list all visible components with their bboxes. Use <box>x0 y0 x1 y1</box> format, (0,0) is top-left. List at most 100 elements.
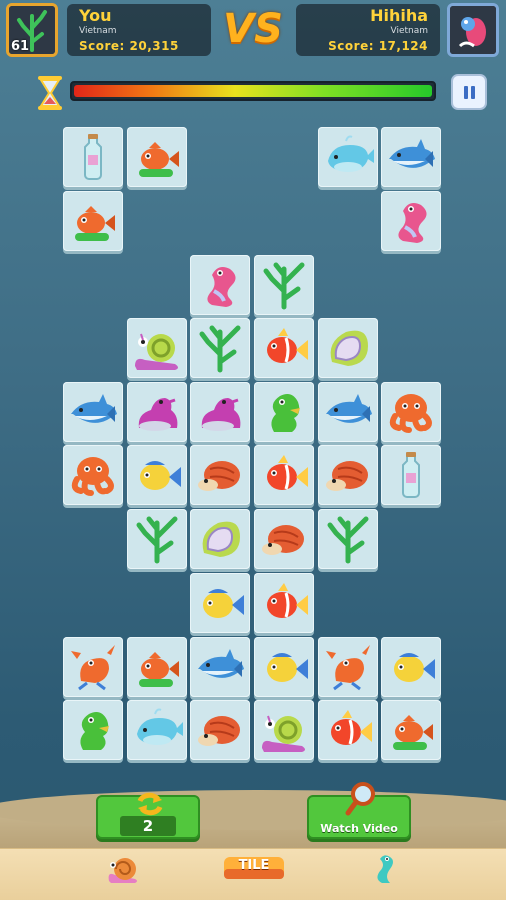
clownfish-icon <box>267 328 308 363</box>
tile-goldfish[interactable] <box>63 191 123 251</box>
tile-octopus[interactable] <box>381 382 441 442</box>
opponent-avatar[interactable] <box>447 3 499 57</box>
yellowfish-icon <box>394 653 435 682</box>
tile-goldfish[interactable] <box>381 700 441 760</box>
tile-seadragon[interactable] <box>254 382 314 442</box>
timer-fill <box>74 85 432 97</box>
seaweed-icon <box>327 516 369 564</box>
snail-icon <box>262 715 305 752</box>
tile-clownfish[interactable] <box>254 318 314 378</box>
clownfish-icon <box>331 710 372 745</box>
tile-seaweed[interactable] <box>127 509 187 569</box>
tile-seaweed[interactable] <box>254 255 314 315</box>
bottle-icon <box>84 134 102 180</box>
player-avatar[interactable]: 61 <box>6 3 58 57</box>
seahorse-avatar-icon <box>450 6 496 54</box>
tile-seaweed[interactable] <box>318 509 378 569</box>
seahorse-nav-icon[interactable] <box>368 851 402 887</box>
player-level: 61 <box>11 39 30 54</box>
tile-seashell[interactable] <box>190 509 250 569</box>
tile-bottle[interactable] <box>63 127 123 187</box>
goldfish-icon <box>139 652 179 687</box>
tile-bottle[interactable] <box>381 445 441 505</box>
clownfish-icon <box>267 455 308 490</box>
yellowfish-icon <box>203 589 244 618</box>
shark-icon <box>71 394 117 423</box>
tile-shark[interactable] <box>190 637 250 697</box>
seaweed-icon <box>136 516 178 564</box>
bottle-icon <box>402 452 420 498</box>
tile-seahorse-pink[interactable] <box>190 255 250 315</box>
shark-icon <box>326 394 372 423</box>
tile-lobster[interactable] <box>318 637 378 697</box>
watch-video-label: Watch Video <box>320 822 398 835</box>
tile-shark[interactable] <box>381 127 441 187</box>
goldfish-icon <box>393 715 433 750</box>
seashell-icon <box>330 330 368 366</box>
lobster-icon <box>71 645 115 691</box>
hermit-icon <box>198 461 240 491</box>
clownfish-icon <box>267 583 308 618</box>
seaweed-icon <box>199 325 241 373</box>
player-name: You <box>79 6 112 25</box>
pause-button[interactable] <box>451 74 487 110</box>
tile-goldfish[interactable] <box>127 637 187 697</box>
tile-seaweed[interactable] <box>190 318 250 378</box>
tile-logo[interactable]: TILE <box>222 853 286 883</box>
tile-seal[interactable] <box>190 382 250 442</box>
tile-seahorse-pink[interactable] <box>381 191 441 251</box>
game-screen: 61 You Vietnam Score: 20,315 VS Hihiha V… <box>0 0 506 900</box>
tile-hermit[interactable] <box>190 700 250 760</box>
tile-clownfish[interactable] <box>254 573 314 633</box>
tile-seal[interactable] <box>127 382 187 442</box>
snail-nav-icon[interactable] <box>105 853 141 885</box>
tile-whale[interactable] <box>318 127 378 187</box>
opponent-score: Score: 17,124 <box>328 39 428 53</box>
seal-icon <box>201 398 241 431</box>
hermit-icon <box>198 716 240 746</box>
goldfish-icon <box>75 206 115 241</box>
tile-yellowfish[interactable] <box>381 637 441 697</box>
tile-seashell[interactable] <box>318 318 378 378</box>
player-panel: You Vietnam Score: 20,315 <box>67 4 211 56</box>
logo-text: TILE <box>238 858 270 873</box>
tile-snail[interactable] <box>127 318 187 378</box>
tile-goldfish[interactable] <box>127 127 187 187</box>
goldfish-icon <box>139 142 179 177</box>
magnifier-icon <box>345 782 375 816</box>
seal-icon <box>138 398 178 431</box>
tile-shark[interactable] <box>63 382 123 442</box>
watch-video-button[interactable]: Watch Video <box>307 782 411 839</box>
seahorse-pink-icon <box>398 203 427 243</box>
seashell-icon <box>202 521 240 557</box>
seadragon-icon <box>80 712 109 750</box>
whale-icon <box>137 708 183 745</box>
lobster-icon <box>326 645 370 691</box>
tile-whale[interactable] <box>127 700 187 760</box>
tile-lobster[interactable] <box>63 637 123 697</box>
yellowfish-icon <box>140 461 181 490</box>
vs-label: VS <box>223 6 283 52</box>
shuffle-count: 2 <box>120 816 176 836</box>
tile-hermit[interactable] <box>254 509 314 569</box>
shuffle-button[interactable]: 2 <box>96 792 200 839</box>
opponent-name: Hihiha <box>370 6 428 25</box>
bottom-nav: TILE <box>0 848 506 900</box>
whale-icon <box>328 135 374 172</box>
tile-hermit[interactable] <box>190 445 250 505</box>
hermit-icon <box>262 525 304 555</box>
tile-clownfish[interactable] <box>318 700 378 760</box>
tile-clownfish[interactable] <box>254 445 314 505</box>
seadragon-icon <box>271 394 300 432</box>
shark-icon <box>198 649 244 678</box>
tile-yellowfish[interactable] <box>127 445 187 505</box>
tile-yellowfish[interactable] <box>190 573 250 633</box>
tile-hermit[interactable] <box>318 445 378 505</box>
tile-snail[interactable] <box>254 700 314 760</box>
seahorse-pink-icon <box>207 267 236 307</box>
tile-octopus[interactable] <box>63 445 123 505</box>
tile-seadragon[interactable] <box>63 700 123 760</box>
tile-shark[interactable] <box>318 382 378 442</box>
tile-yellowfish[interactable] <box>254 637 314 697</box>
opponent-country: Vietnam <box>390 26 428 36</box>
